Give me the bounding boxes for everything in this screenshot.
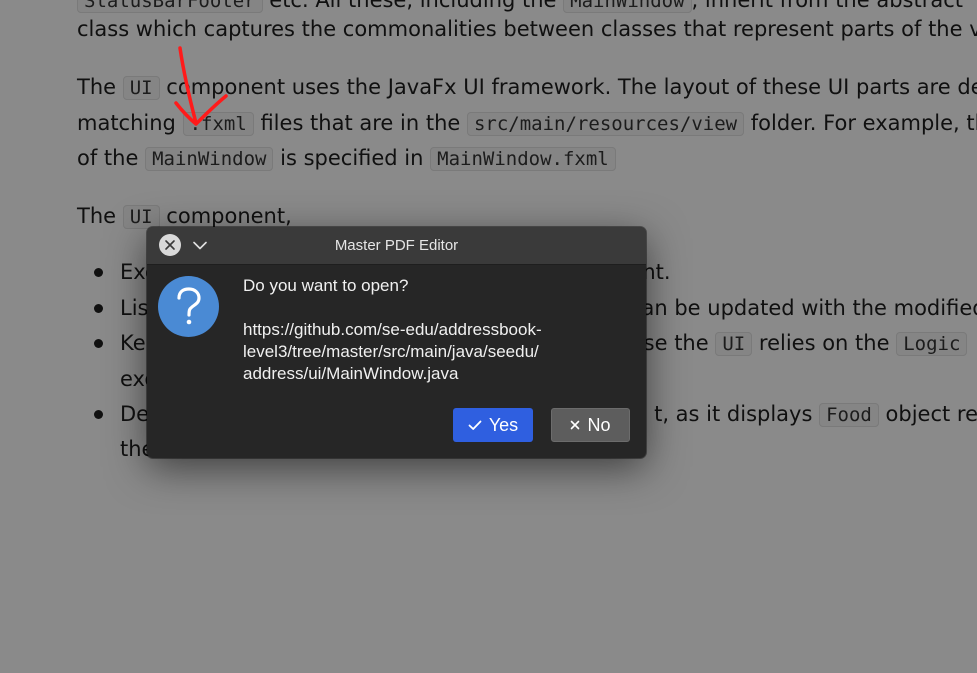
no-label: No: [587, 414, 611, 435]
doc-text: The: [77, 204, 123, 228]
no-button[interactable]: No: [551, 408, 630, 442]
dialog-title: Master PDF Editor: [334, 237, 459, 254]
doc-text: files that are in the: [253, 111, 467, 135]
doc-text: Ke: [120, 331, 146, 355]
yes-button[interactable]: Yes: [453, 408, 533, 442]
code-span: MainWindow: [145, 147, 274, 171]
doc-text: etc. All these, including the: [262, 0, 564, 12]
doc-text: class which captures the commonalities b…: [77, 17, 977, 41]
doc-text: is specified in: [273, 146, 431, 170]
bullet-dot: [94, 268, 103, 277]
doc-text: component,: [159, 204, 292, 228]
code-span: Food: [819, 403, 879, 427]
code-span: UI: [715, 332, 753, 356]
check-icon: [468, 420, 482, 430]
code-span: src/main/resources/view: [466, 112, 745, 136]
doc-text: t, as it displays: [654, 402, 820, 426]
open-url-dialog: Master PDF Editor Do you want to open? h…: [147, 227, 646, 458]
question-icon: [158, 276, 219, 337]
x-icon: [571, 420, 580, 430]
bullet-dot: [94, 304, 103, 313]
dialog-message: Do you want to open? https://github.com/…: [243, 275, 633, 385]
code-span: UI: [122, 205, 160, 229]
url-line: address/ui/MainWindow.java: [243, 364, 459, 383]
url-line: level3/tree/master/src/main/java/seedu/: [243, 342, 539, 361]
doc-line: class which captures the commonalities b…: [77, 12, 977, 47]
doc-text: De: [120, 402, 150, 426]
yes-label: Yes: [488, 414, 519, 435]
url-line: https://github.com/se-edu/addressbook-: [243, 320, 542, 339]
doc-text: relies on the: [752, 331, 897, 355]
doc-text: , inherit from the abstract: [691, 0, 963, 12]
arrow-icon: [174, 46, 228, 126]
code-span: Logic: [896, 332, 968, 356]
doc-text: Lis: [120, 296, 149, 320]
doc-text: object resi: [885, 402, 977, 426]
code-span: MainWindow.fxml: [430, 147, 616, 171]
doc-line: of the MainWindow is specified in MainWi…: [77, 141, 616, 177]
code-span: UI: [122, 76, 160, 100]
doc-text: folder. For example, th: [744, 111, 977, 135]
dialog-url: https://github.com/se-edu/addressbook- l…: [243, 319, 633, 385]
doc-text: an be updated with the modified: [641, 296, 977, 320]
question-mark-glyph: [176, 286, 201, 324]
dialog-titlebar[interactable]: Master PDF Editor: [147, 227, 646, 265]
dialog-question: Do you want to open?: [243, 276, 409, 295]
doc-text: The: [77, 75, 123, 99]
bullet-dot: [94, 339, 103, 348]
doc-text: of the: [77, 146, 146, 170]
doc-text: se the: [643, 331, 716, 355]
doc-text: matching: [77, 111, 183, 135]
bullet-dot: [94, 410, 103, 419]
doc-text: component uses the JavaFx UI framework. …: [159, 75, 977, 99]
